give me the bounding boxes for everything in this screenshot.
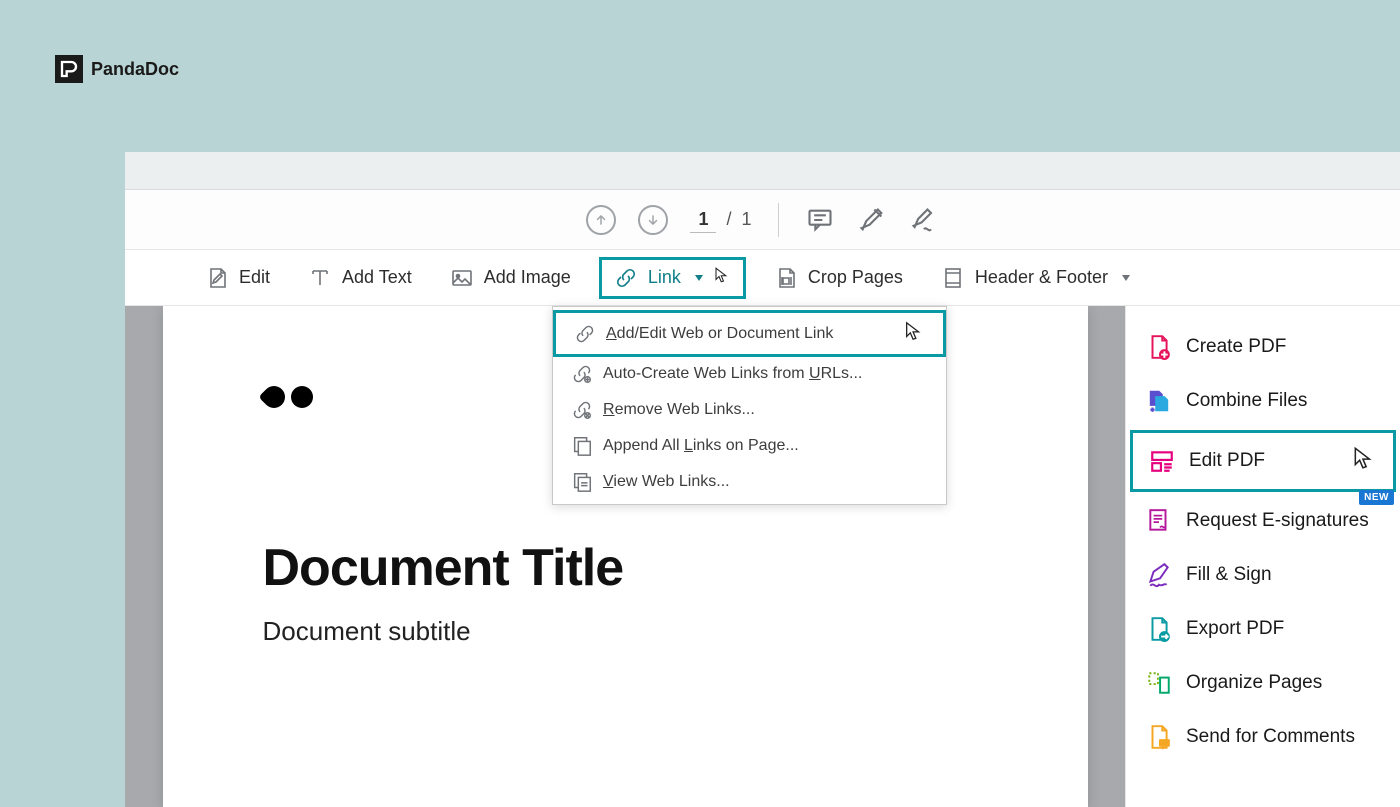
menu-label: Auto-Create Web Links from URLs... <box>603 365 862 383</box>
shape-icon <box>291 386 313 408</box>
add-image-button[interactable]: Add Image <box>440 260 581 296</box>
top-toolbar: 1 / 1 <box>125 190 1400 250</box>
sidebar-edit-pdf[interactable]: Edit PDF <box>1130 430 1396 492</box>
titlebar <box>125 152 1400 190</box>
menu-add-edit-link[interactable]: Add/Edit Web or Document Link <box>553 310 946 357</box>
menu-remove-links[interactable]: Remove Web Links... <box>553 392 946 428</box>
sidebar-label: Send for Comments <box>1186 726 1355 748</box>
sidebar-request-esign[interactable]: Request E-signatures NEW <box>1126 494 1400 548</box>
sidebar-export-pdf[interactable]: Export PDF <box>1126 602 1400 656</box>
edit-button[interactable]: Edit <box>195 260 280 296</box>
add-image-label: Add Image <box>484 267 571 288</box>
edit-label: Edit <box>239 267 270 288</box>
crop-pages-label: Crop Pages <box>808 267 903 288</box>
brand: PandaDoc <box>55 55 179 83</box>
sidebar-label: Fill & Sign <box>1186 564 1272 586</box>
sidebar-fill-sign[interactable]: Fill & Sign <box>1126 548 1400 602</box>
page-up-button[interactable] <box>586 205 616 235</box>
sidebar-label: Request E-signatures <box>1186 510 1369 532</box>
page-separator: / <box>726 209 731 230</box>
menu-label: Append All Links on Page... <box>603 437 799 455</box>
sidebar-label: Combine Files <box>1186 390 1307 412</box>
header-footer-label: Header & Footer <box>975 267 1108 288</box>
menu-label: Add/Edit Web or Document Link <box>606 325 833 343</box>
menu-view-links[interactable]: View Web Links... <box>553 464 946 500</box>
link-dropdown-button[interactable]: Link <box>599 257 746 299</box>
chevron-down-icon <box>1122 275 1130 281</box>
total-pages: 1 <box>742 209 752 230</box>
sidebar-organize-pages[interactable]: Organize Pages <box>1126 656 1400 710</box>
page-down-button[interactable] <box>638 205 668 235</box>
sidebar-label: Edit PDF <box>1189 450 1265 472</box>
new-badge: NEW <box>1359 490 1394 505</box>
menu-label: View Web Links... <box>603 473 730 491</box>
app-window: 1 / 1 Edit Add Text Add Image <box>125 152 1400 807</box>
menu-auto-create-links[interactable]: Auto-Create Web Links from URLs... <box>553 356 946 392</box>
sidebar-create-pdf[interactable]: Create PDF <box>1126 320 1400 374</box>
cursor-icon <box>1351 445 1377 477</box>
sidebar-label: Create PDF <box>1186 336 1286 358</box>
add-text-label: Add Text <box>342 267 412 288</box>
menu-append-links[interactable]: Append All Links on Page... <box>553 428 946 464</box>
document-title: Document Title <box>263 538 988 598</box>
header-footer-button[interactable]: Header & Footer <box>931 260 1140 296</box>
document-subtitle: Document subtitle <box>263 616 988 647</box>
pandadoc-logo-icon <box>55 55 83 83</box>
tools-sidebar: Create PDF Combine Files Edit PDF Reques… <box>1125 306 1400 807</box>
link-dropdown-menu: Add/Edit Web or Document Link Auto-Creat… <box>552 306 947 505</box>
brand-name: PandaDoc <box>91 59 179 80</box>
sidebar-send-comments[interactable]: Send for Comments <box>1126 710 1400 764</box>
page-indicator: 1 / 1 <box>690 207 751 233</box>
sidebar-combine-files[interactable]: Combine Files <box>1126 374 1400 428</box>
current-page-input[interactable]: 1 <box>690 207 716 233</box>
cursor-icon <box>903 320 925 347</box>
sign-icon[interactable] <box>909 205 939 235</box>
link-label: Link <box>648 267 681 288</box>
cursor-icon <box>713 266 731 289</box>
highlight-icon[interactable] <box>857 205 887 235</box>
sidebar-label: Organize Pages <box>1186 672 1322 694</box>
chevron-down-icon <box>695 275 703 281</box>
sidebar-label: Export PDF <box>1186 618 1284 640</box>
edit-toolbar: Edit Add Text Add Image Link Crop Pages … <box>125 250 1400 306</box>
toolbar-separator <box>778 203 779 237</box>
crop-pages-button[interactable]: Crop Pages <box>764 260 913 296</box>
shape-icon <box>258 381 289 412</box>
add-text-button[interactable]: Add Text <box>298 260 422 296</box>
comment-icon[interactable] <box>805 205 835 235</box>
menu-label: Remove Web Links... <box>603 401 755 419</box>
